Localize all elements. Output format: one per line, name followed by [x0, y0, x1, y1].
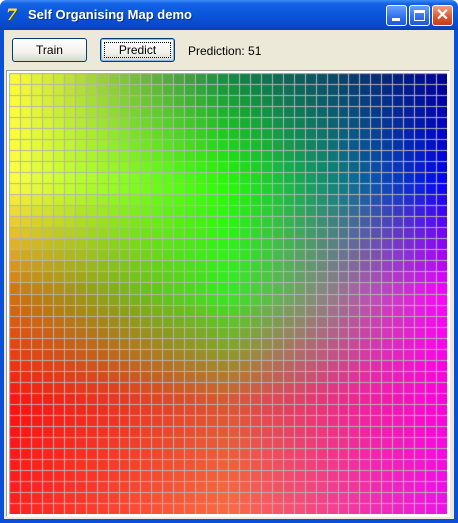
minimize-icon	[392, 18, 400, 21]
app-window: 7 Self Organising Map demo ✕ Train Predi…	[0, 0, 458, 523]
maximize-button[interactable]	[409, 5, 430, 26]
prediction-status: Prediction: 51	[188, 44, 262, 58]
som-map-grid[interactable]	[9, 73, 447, 514]
predict-button[interactable]: Predict	[100, 38, 175, 62]
maximize-icon	[414, 10, 425, 21]
focus-ring	[104, 42, 171, 58]
client-area: Train Predict Prediction: 51	[4, 30, 454, 519]
title-bar[interactable]: 7 Self Organising Map demo ✕	[0, 0, 458, 30]
close-button[interactable]: ✕	[432, 5, 453, 26]
minimize-button[interactable]	[386, 5, 407, 26]
app-icon: 7	[6, 5, 18, 24]
train-button-label: Train	[36, 43, 63, 57]
close-icon: ✕	[435, 7, 450, 24]
train-button[interactable]: Train	[12, 38, 87, 62]
som-map-panel	[6, 70, 450, 517]
window-title: Self Organising Map demo	[28, 7, 192, 22]
